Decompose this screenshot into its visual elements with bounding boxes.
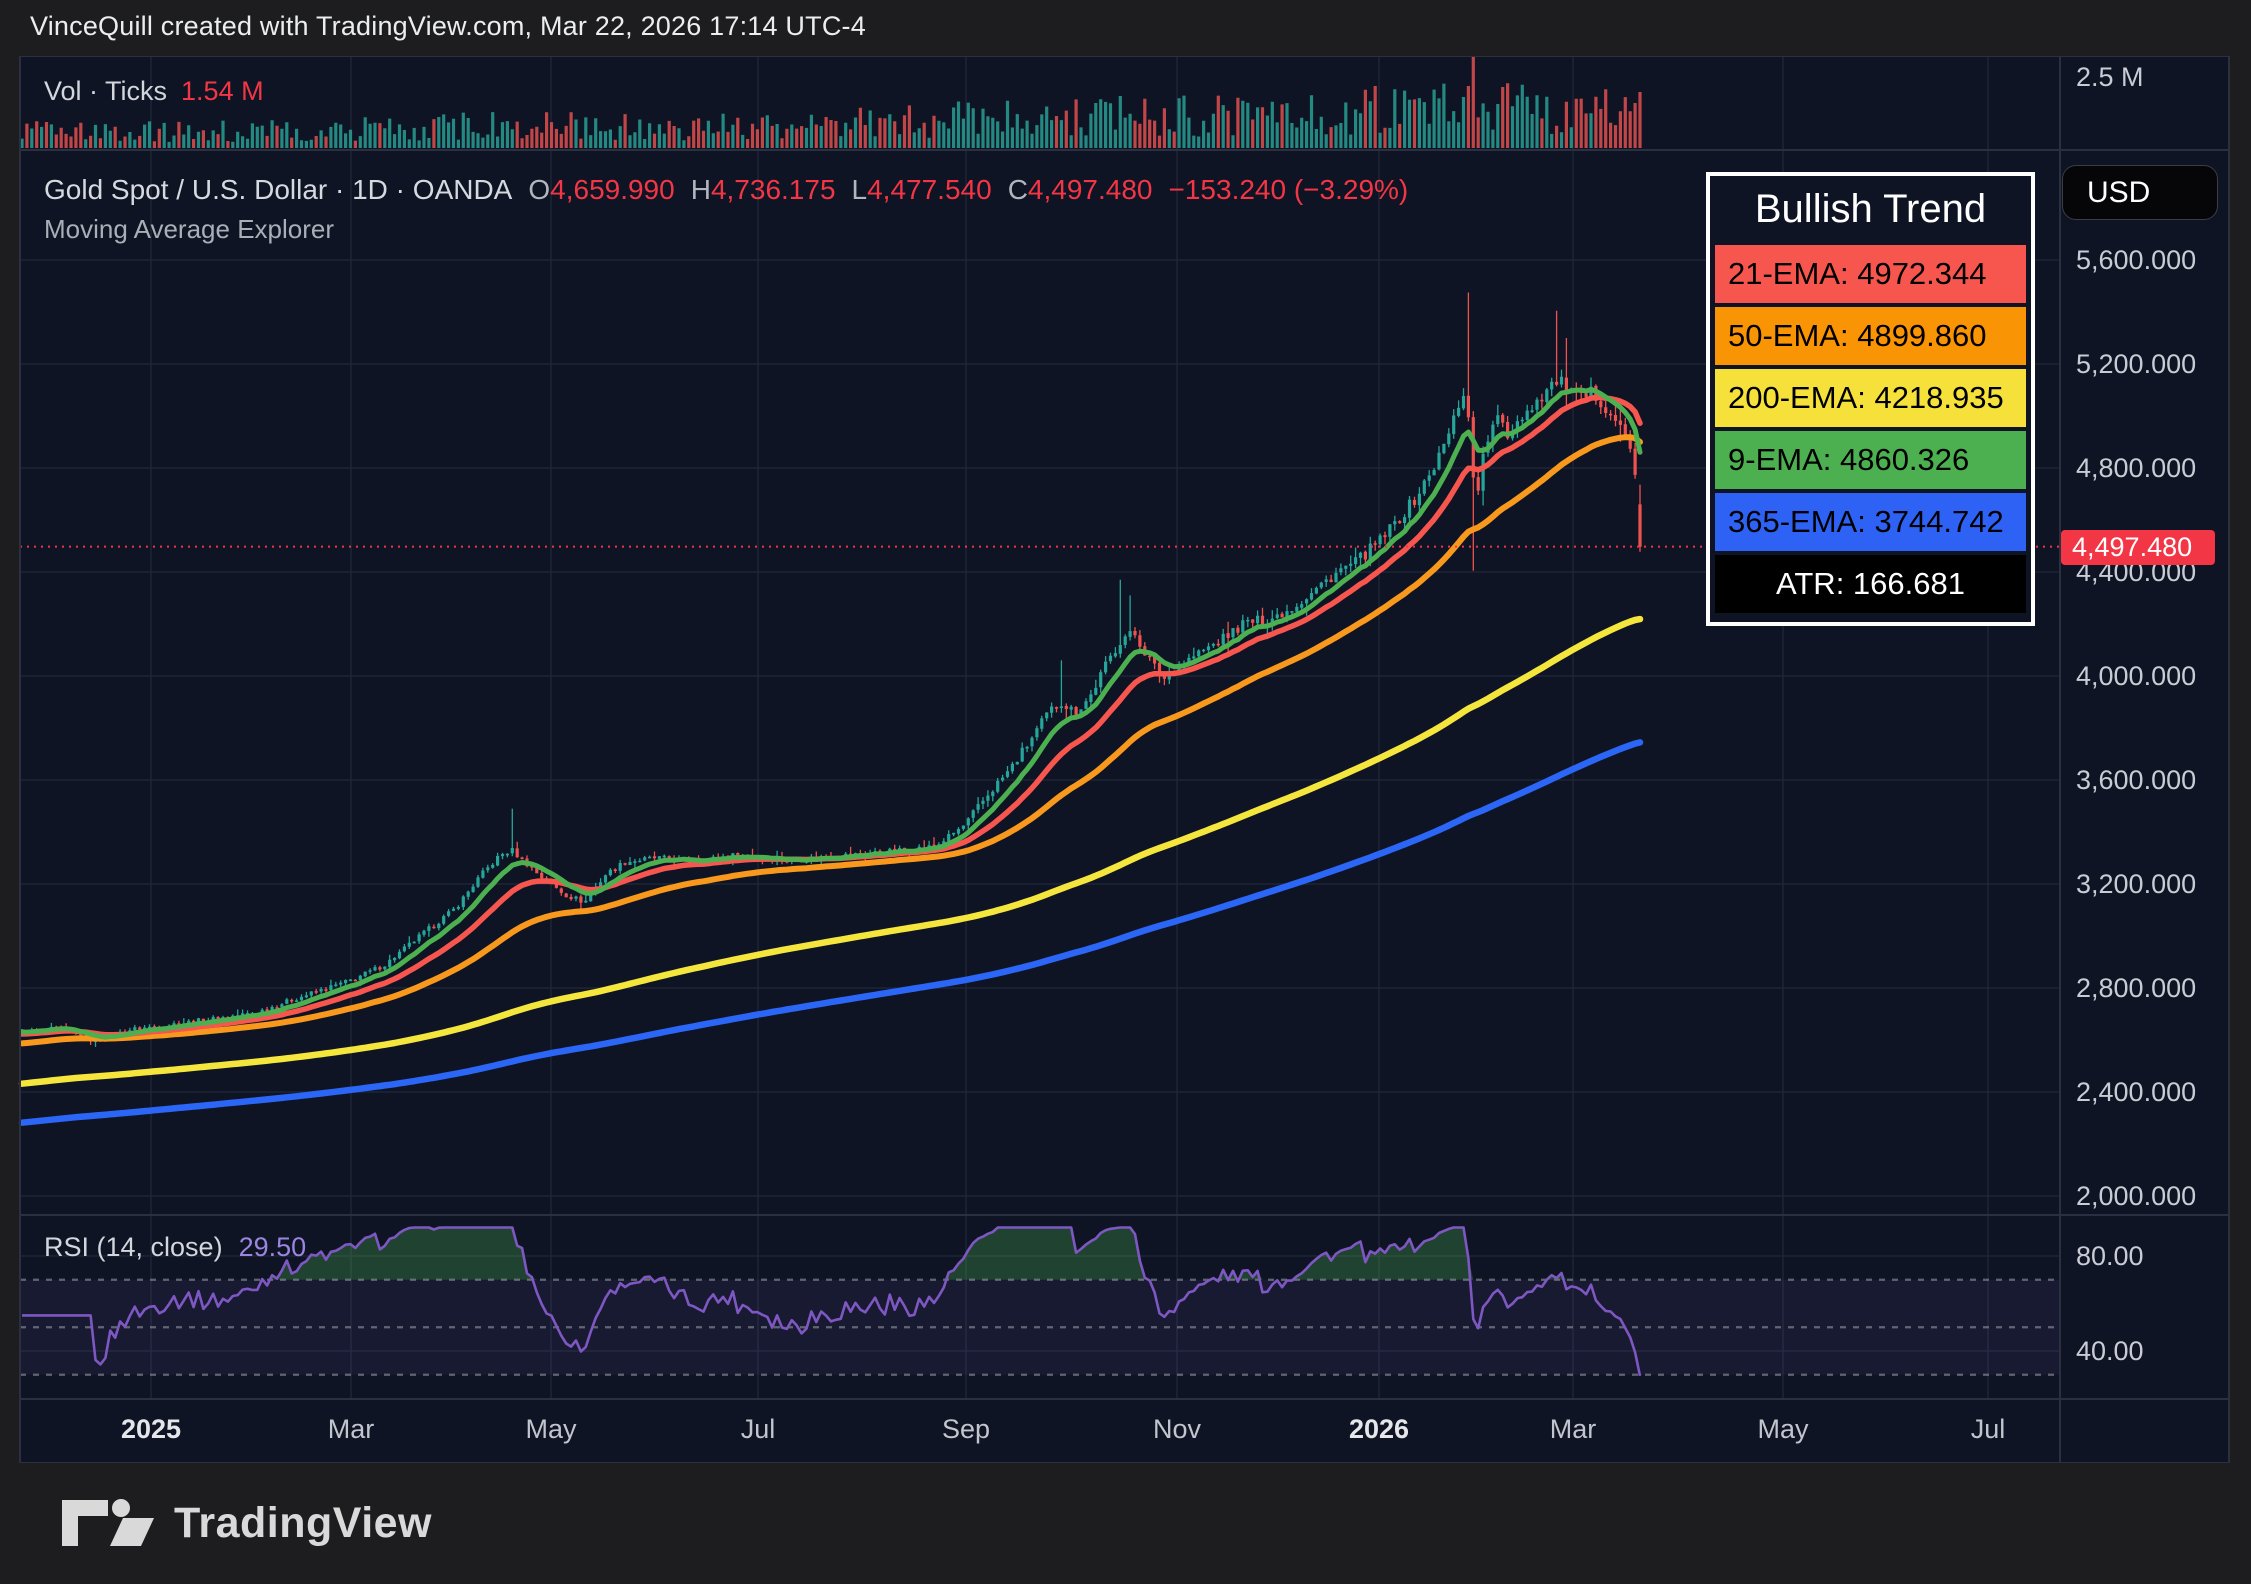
price-axis-label: 4,800.000 (2076, 453, 2196, 484)
time-axis-label: Sep (942, 1414, 990, 1445)
rsi-axis-label: 40.00 (2076, 1336, 2144, 1367)
tradingview-logo[interactable]: TradingView (60, 1496, 432, 1550)
tradingview-snapshot: VinceQuill created with TradingView.com,… (0, 0, 2251, 1584)
price-axis-label: 3,200.000 (2076, 869, 2196, 900)
price-chart-canvas[interactable] (0, 0, 2251, 1584)
time-axis-label: Jul (741, 1414, 776, 1445)
tradingview-logo-text: TradingView (174, 1499, 432, 1548)
rsi-axis-label: 80.00 (2076, 1241, 2144, 1272)
price-axis-label: 4,400.000 (2076, 557, 2196, 588)
price-axis-label: 4,000.000 (2076, 661, 2196, 692)
price-axis-label: 2,800.000 (2076, 973, 2196, 1004)
top-strip (0, 0, 2251, 56)
time-axis-label: 2025 (121, 1414, 181, 1445)
time-axis-label: May (1757, 1414, 1808, 1445)
time-axis-label: May (525, 1414, 576, 1445)
time-axis-label: Mar (328, 1414, 375, 1445)
tradingview-logo-icon (60, 1496, 156, 1550)
price-axis-label: 5,600.000 (2076, 245, 2196, 276)
currency-button[interactable]: USD (2062, 165, 2218, 220)
price-axis-label: 3,600.000 (2076, 765, 2196, 796)
price-axis-label: 2,400.000 (2076, 1077, 2196, 1108)
price-axis-label: 5,200.000 (2076, 349, 2196, 380)
time-axis-label: Nov (1153, 1414, 1201, 1445)
price-axis-label: 2,000.000 (2076, 1181, 2196, 1212)
time-axis-label: 2026 (1349, 1414, 1409, 1445)
time-axis-label: Jul (1971, 1414, 2006, 1445)
time-axis-label: Mar (1550, 1414, 1597, 1445)
